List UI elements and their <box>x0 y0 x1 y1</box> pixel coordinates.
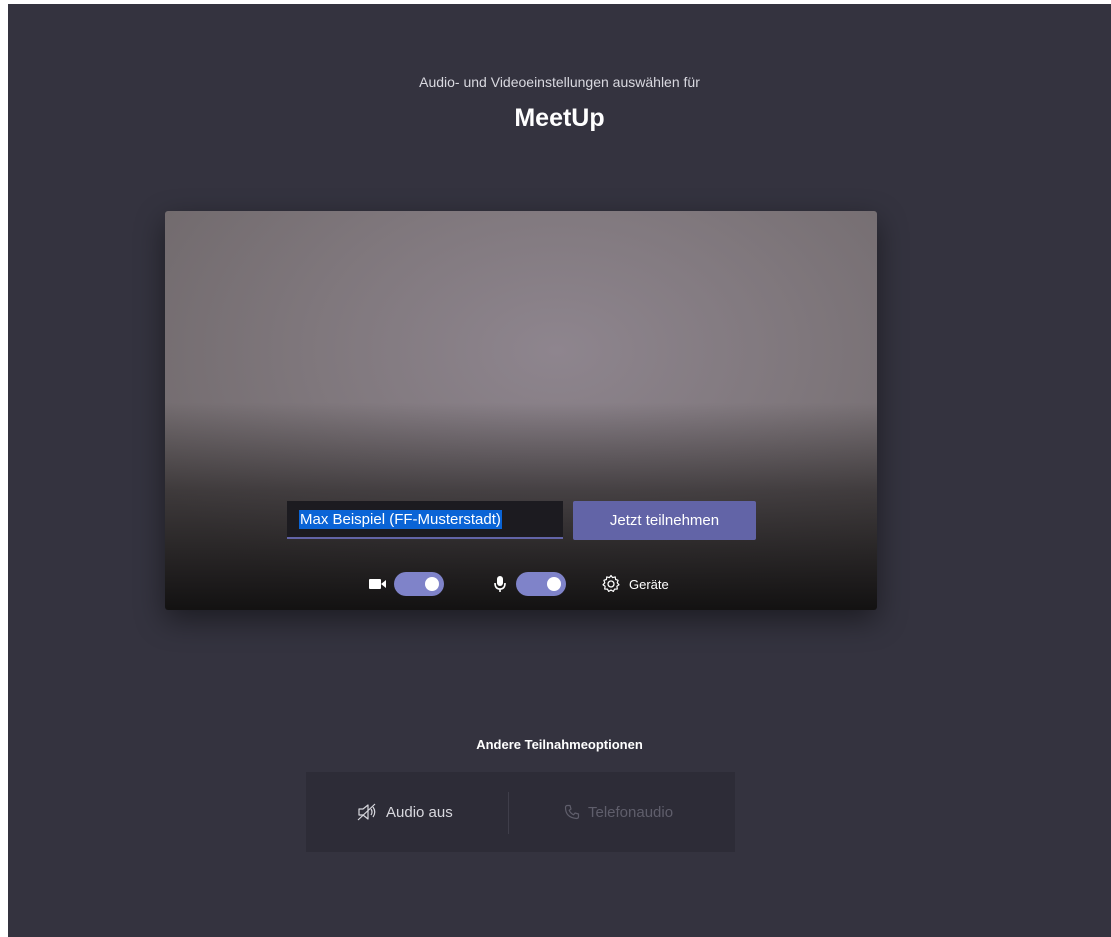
microphone-control <box>494 569 566 599</box>
options-divider <box>508 792 509 834</box>
display-name-input[interactable]: Max Beispiel (FF-Musterstadt) <box>287 501 563 539</box>
meeting-title: MeetUp <box>514 104 605 132</box>
devices-button[interactable]: Geräte <box>601 569 669 599</box>
video-preview: Max Beispiel (FF-Musterstadt) Jetzt teil… <box>165 211 877 610</box>
display-name-value[interactable]: Max Beispiel (FF-Musterstadt) <box>299 509 502 529</box>
phone-icon <box>564 804 580 820</box>
join-now-button[interactable]: Jetzt teilnehmen <box>573 501 756 540</box>
settings-subtitle: Audio- und Videoeinstellungen auswählen … <box>419 74 700 90</box>
microphone-icon[interactable] <box>494 575 506 593</box>
other-options-panel: Audio aus Telefonaudio <box>306 772 735 852</box>
audio-off-label: Audio aus <box>386 803 453 821</box>
phone-audio-option[interactable]: Telefonaudio <box>564 772 673 852</box>
media-controls: Geräte <box>165 569 877 599</box>
gear-icon <box>601 574 621 594</box>
camera-toggle[interactable] <box>394 572 444 596</box>
camera-toggle-knob <box>425 577 439 591</box>
phone-audio-label: Telefonaudio <box>588 803 674 821</box>
speaker-muted-icon <box>356 802 378 822</box>
prejoin-screen: Audio- und Videoeinstellungen auswählen … <box>8 4 1111 937</box>
devices-label: Geräte <box>629 576 669 592</box>
camera-control <box>369 569 444 599</box>
microphone-toggle-knob <box>547 577 561 591</box>
microphone-toggle[interactable] <box>516 572 566 596</box>
audio-off-option[interactable]: Audio aus <box>356 772 453 852</box>
other-options-title: Andere Teilnahmeoptionen <box>476 737 643 752</box>
camera-icon[interactable] <box>369 578 387 590</box>
